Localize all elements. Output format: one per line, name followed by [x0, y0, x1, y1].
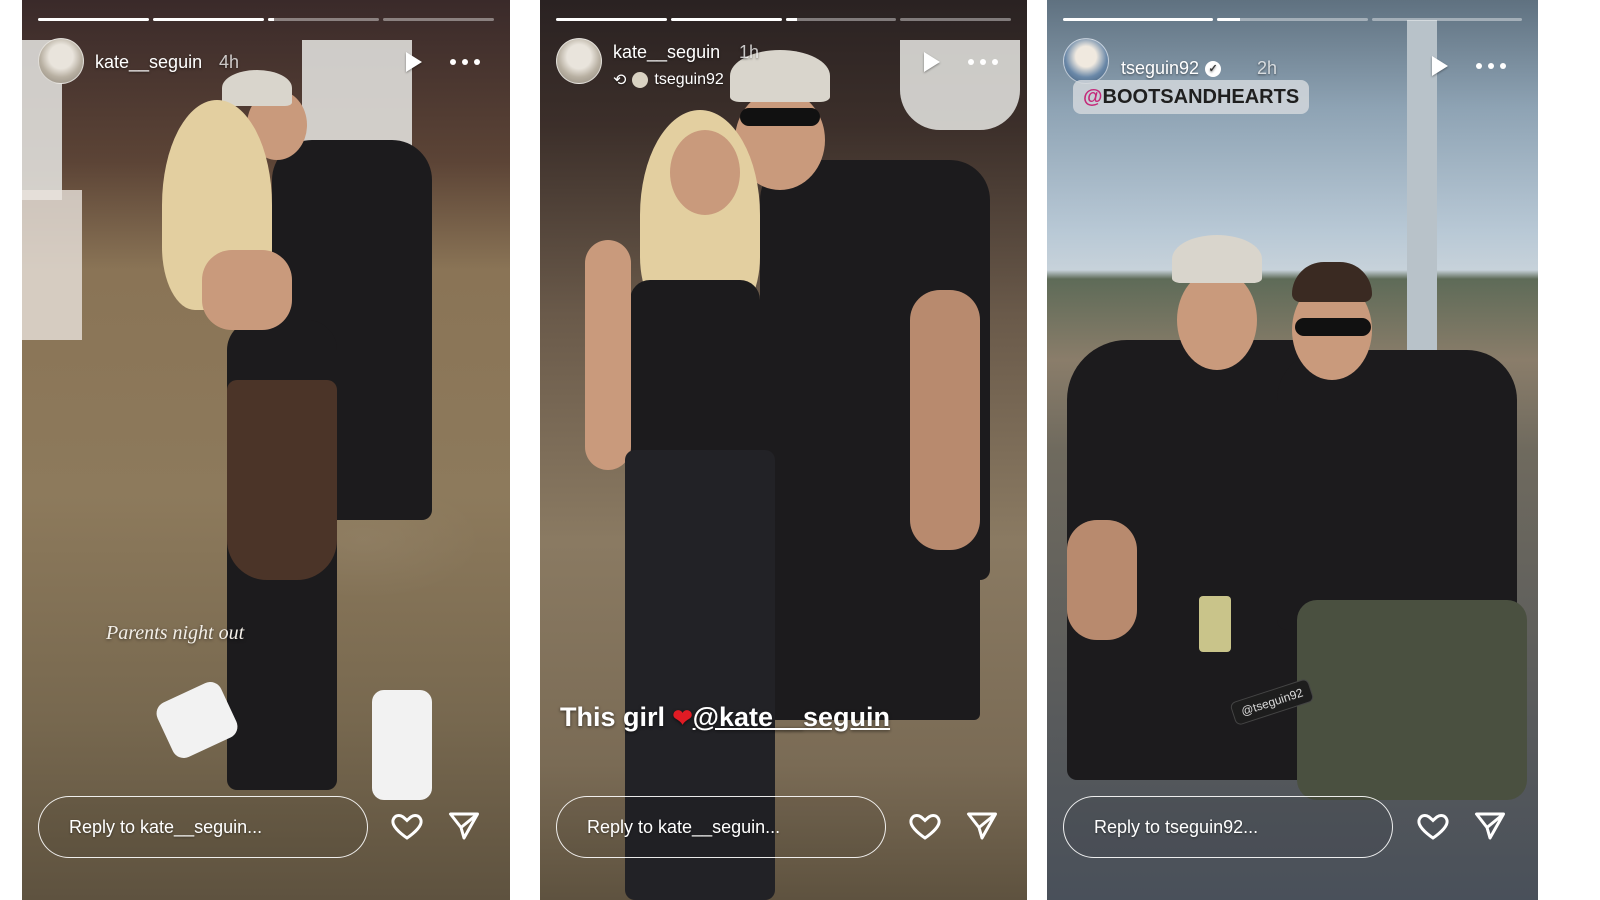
more-icon[interactable]: [968, 52, 998, 72]
play-icon[interactable]: [406, 52, 422, 72]
mention-icon: @: [1083, 86, 1103, 108]
reshared-username: tseguin92: [654, 71, 724, 88]
reply-input[interactable]: Reply to kate__seguin...: [38, 796, 368, 858]
caption-text: This girl: [560, 702, 673, 732]
story-caption: This girl ❤@kate__seguin: [560, 702, 890, 733]
reply-input[interactable]: Reply to tseguin92...: [1063, 796, 1393, 858]
progress-segment: [268, 18, 379, 21]
more-icon[interactable]: [1476, 56, 1506, 76]
send-icon[interactable]: [446, 808, 482, 844]
progress-segment: [670, 18, 782, 21]
progress-segment: [153, 18, 264, 21]
mini-avatar: [632, 72, 649, 88]
story-photo: [1047, 0, 1538, 900]
mention-sticker[interactable]: @BOOTSANDHEARTS: [1073, 80, 1310, 114]
progress-segment: [785, 18, 897, 21]
post-time: 2h: [1257, 58, 1278, 78]
send-icon[interactable]: [964, 808, 1000, 844]
heart-icon[interactable]: [907, 808, 943, 844]
progress-segment: [38, 18, 149, 21]
story-header: kate__seguin 4h: [38, 38, 494, 88]
progress-segment: [556, 18, 667, 21]
username[interactable]: tseguin92 ✓: [1121, 58, 1222, 79]
play-icon[interactable]: [1432, 56, 1448, 76]
post-time: 4h: [219, 52, 240, 72]
story-text-overlay: Parents night out: [106, 622, 245, 644]
reshare-attribution[interactable]: ⟲ tseguin92: [613, 70, 724, 90]
story-progress: [1063, 18, 1522, 21]
story-photo: [540, 0, 1027, 900]
heart-emoji: ❤: [672, 705, 693, 732]
send-icon[interactable]: [1472, 808, 1508, 844]
heart-icon[interactable]: [1415, 808, 1451, 844]
story-progress: [556, 18, 1011, 21]
story-progress: [38, 18, 494, 21]
verified-badge-icon: ✓: [1205, 61, 1222, 78]
avatar[interactable]: [38, 38, 84, 84]
story-card-1[interactable]: kate__seguin 4h Parents night out Reply …: [22, 0, 510, 900]
reshare-icon: ⟲: [613, 72, 627, 89]
more-icon[interactable]: [450, 52, 480, 72]
username[interactable]: kate__seguin: [95, 52, 202, 73]
heart-icon[interactable]: [389, 808, 425, 844]
avatar[interactable]: [1063, 38, 1109, 84]
story-photo: [22, 0, 510, 900]
mention-link[interactable]: @kate__seguin: [693, 702, 890, 732]
play-icon[interactable]: [924, 52, 940, 72]
progress-segment: [1217, 18, 1368, 21]
story-header: kate__seguin 1h ⟲ tseguin92: [556, 38, 1011, 90]
username[interactable]: kate__seguin: [613, 42, 720, 63]
story-card-2[interactable]: kate__seguin 1h ⟲ tseguin92 This girl ❤@…: [540, 0, 1027, 900]
story-card-3[interactable]: tseguin92 ✓ 2h @BOOTSANDHEARTS @tseguin92…: [1047, 0, 1538, 900]
post-time: 1h: [739, 42, 760, 62]
reply-input[interactable]: Reply to kate__seguin...: [556, 796, 886, 858]
progress-segment: [1371, 18, 1522, 21]
avatar[interactable]: [556, 38, 602, 84]
progress-segment: [900, 18, 1011, 21]
progress-segment: [1063, 18, 1214, 21]
progress-segment: [383, 18, 494, 21]
mention-sticker-text: BOOTSANDHEARTS: [1102, 86, 1300, 108]
